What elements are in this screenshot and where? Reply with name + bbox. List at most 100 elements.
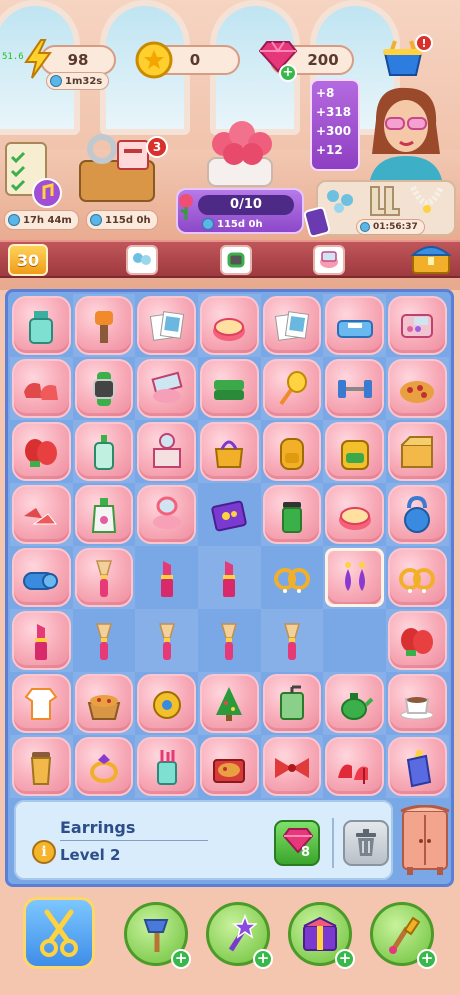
board-cell[interactable] <box>323 735 386 798</box>
board-cell[interactable] <box>386 483 449 546</box>
board-cell[interactable] <box>10 672 73 735</box>
pizza-basket-icon[interactable] <box>73 672 136 735</box>
makeup-brush-icon[interactable] <box>198 609 261 672</box>
makeup-brush-icon[interactable] <box>135 609 198 672</box>
rose-bouquet-icon[interactable] <box>190 108 290 188</box>
level-reward-compact-icon[interactable] <box>313 245 345 275</box>
thermos-cup-icon[interactable] <box>261 483 324 546</box>
christmas-tree-icon[interactable] <box>198 672 261 735</box>
board-cell[interactable] <box>135 735 199 798</box>
brush-tool-button[interactable]: + <box>370 902 437 969</box>
vanity-table-icon[interactable] <box>135 420 198 483</box>
level-badge[interactable]: 30 <box>8 244 48 276</box>
clogs-icon[interactable] <box>10 357 73 420</box>
boxing-gloves-icon[interactable] <box>386 609 449 672</box>
board-cell[interactable] <box>260 483 324 546</box>
smartwatch-icon[interactable] <box>73 357 136 420</box>
add-gems-icon[interactable]: + <box>279 64 297 82</box>
board-cell[interactable] <box>260 735 324 798</box>
board-cell[interactable] <box>261 672 324 735</box>
board-cell[interactable] <box>10 609 73 672</box>
axe-tool-button[interactable]: + <box>124 902 191 969</box>
sneakers-icon[interactable] <box>10 483 73 546</box>
powder-compact-icon[interactable] <box>323 483 386 546</box>
board-cell[interactable] <box>73 357 136 420</box>
makeup-brush-icon[interactable] <box>73 546 136 609</box>
compact-powder-icon[interactable] <box>135 483 198 546</box>
board-cell[interactable] <box>198 483 261 546</box>
takeaway-cup-icon[interactable] <box>10 735 73 798</box>
board-cell[interactable] <box>73 483 136 546</box>
board-cell[interactable] <box>323 357 386 420</box>
makeup-palette-icon[interactable] <box>386 294 449 357</box>
board-cell[interactable] <box>10 357 73 420</box>
board-cell[interactable] <box>198 735 261 798</box>
cardboard-box-icon[interactable] <box>386 420 449 483</box>
board-cell[interactable] <box>323 294 387 357</box>
purple-phone-icon[interactable] <box>303 206 331 238</box>
red-heels-icon[interactable] <box>323 735 386 798</box>
sell-button[interactable]: 8 <box>274 820 320 866</box>
bathroom-scale-icon[interactable] <box>323 294 386 357</box>
photos-icon[interactable] <box>135 294 198 357</box>
board-cell[interactable] <box>261 546 324 609</box>
board-cell[interactable] <box>72 672 136 735</box>
makeup-brush-icon[interactable] <box>261 609 324 672</box>
pizza-box-icon[interactable] <box>198 735 261 798</box>
perfume-bottle-icon[interactable] <box>73 483 136 546</box>
dumbbells-icon[interactable] <box>323 357 386 420</box>
yoga-mat-icon[interactable] <box>10 546 73 609</box>
jewelry-box-icon[interactable] <box>198 483 261 546</box>
board-cell[interactable] <box>386 357 449 420</box>
board-cell[interactable] <box>260 609 324 672</box>
board-cell[interactable] <box>323 609 386 672</box>
music-disc-icon[interactable] <box>30 176 64 210</box>
add-tool-icon[interactable]: + <box>171 949 191 969</box>
board-cell[interactable] <box>72 294 136 357</box>
add-tool-icon[interactable]: + <box>417 949 437 969</box>
board-cell[interactable] <box>198 420 261 483</box>
wardrobe-icon[interactable] <box>397 804 453 878</box>
school-bag-icon[interactable] <box>323 420 386 483</box>
mirror-compact-icon[interactable] <box>135 357 198 420</box>
backpack-icon[interactable] <box>261 420 324 483</box>
scissors-tool-button[interactable] <box>23 897 95 969</box>
treasure-chest-icon[interactable] <box>408 242 454 276</box>
board-cell[interactable] <box>10 546 73 609</box>
blue-perfume-icon[interactable] <box>386 735 449 798</box>
board-cell[interactable] <box>323 483 386 546</box>
wand-tool-button[interactable]: + <box>206 902 273 969</box>
hand-mirror-icon[interactable] <box>261 357 324 420</box>
mouthwash-icon[interactable] <box>10 294 73 357</box>
board-cell[interactable] <box>73 609 136 672</box>
handbag-icon[interactable] <box>198 420 261 483</box>
board-cell[interactable] <box>135 357 199 420</box>
add-tool-icon[interactable]: + <box>335 949 355 969</box>
kettlebell-icon[interactable] <box>386 483 449 546</box>
board-cell[interactable] <box>135 483 199 546</box>
green-teapot-icon[interactable] <box>323 672 386 735</box>
board-cell[interactable] <box>198 672 261 735</box>
boxing-gloves-icon[interactable] <box>10 420 73 483</box>
info-icon[interactable]: i <box>32 840 56 864</box>
lipstick-icon[interactable] <box>198 546 261 609</box>
coffee-cup-icon[interactable] <box>386 672 449 735</box>
board-cell[interactable] <box>260 357 324 420</box>
board-cell[interactable] <box>386 735 449 798</box>
lint-roller-icon[interactable] <box>73 294 136 357</box>
board-cell[interactable] <box>198 294 261 357</box>
board-cell[interactable] <box>72 546 136 609</box>
lipstick-icon[interactable] <box>10 609 73 672</box>
towels-icon[interactable] <box>198 357 261 420</box>
red-bow-icon[interactable] <box>261 735 324 798</box>
board-cell[interactable] <box>135 672 198 735</box>
board-cell[interactable] <box>10 735 73 798</box>
board-cell[interactable] <box>386 609 449 672</box>
board-cell[interactable] <box>386 546 449 609</box>
board-cell[interactable] <box>323 420 387 483</box>
board-cell[interactable] <box>73 735 136 798</box>
hoop-earrings-icon[interactable] <box>261 546 324 609</box>
measuring-tape-icon[interactable] <box>135 672 198 735</box>
board-cell[interactable] <box>261 294 324 357</box>
box-tool-button[interactable]: + <box>288 902 355 969</box>
